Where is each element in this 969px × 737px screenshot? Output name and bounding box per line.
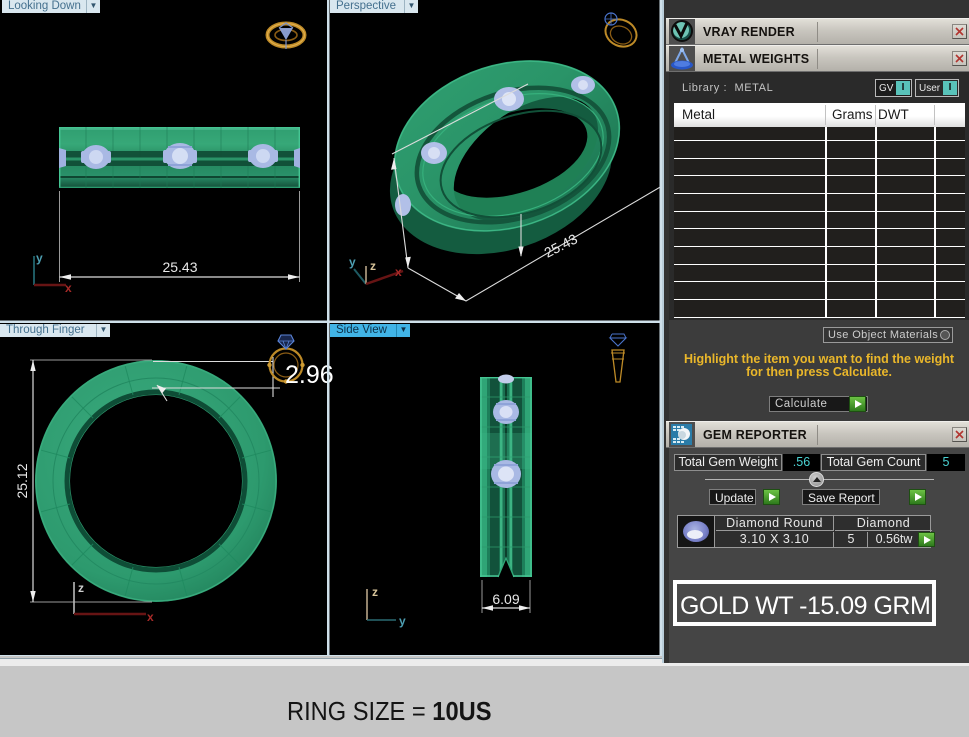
svg-text:6.09: 6.09	[492, 591, 519, 607]
svg-text:z: z	[78, 581, 84, 595]
svg-text:x: x	[395, 265, 402, 279]
svg-text:25.12: 25.12	[14, 463, 30, 498]
svg-text:z: z	[370, 259, 376, 273]
svg-text:y: y	[36, 251, 43, 265]
svg-text:z: z	[372, 585, 378, 599]
svg-text:2.96: 2.96	[285, 361, 334, 389]
svg-text:x: x	[147, 610, 154, 624]
svg-text:x: x	[65, 281, 72, 295]
svg-text:y: y	[399, 614, 406, 628]
svg-text:25.43: 25.43	[162, 259, 197, 275]
svg-text:y: y	[349, 255, 356, 269]
